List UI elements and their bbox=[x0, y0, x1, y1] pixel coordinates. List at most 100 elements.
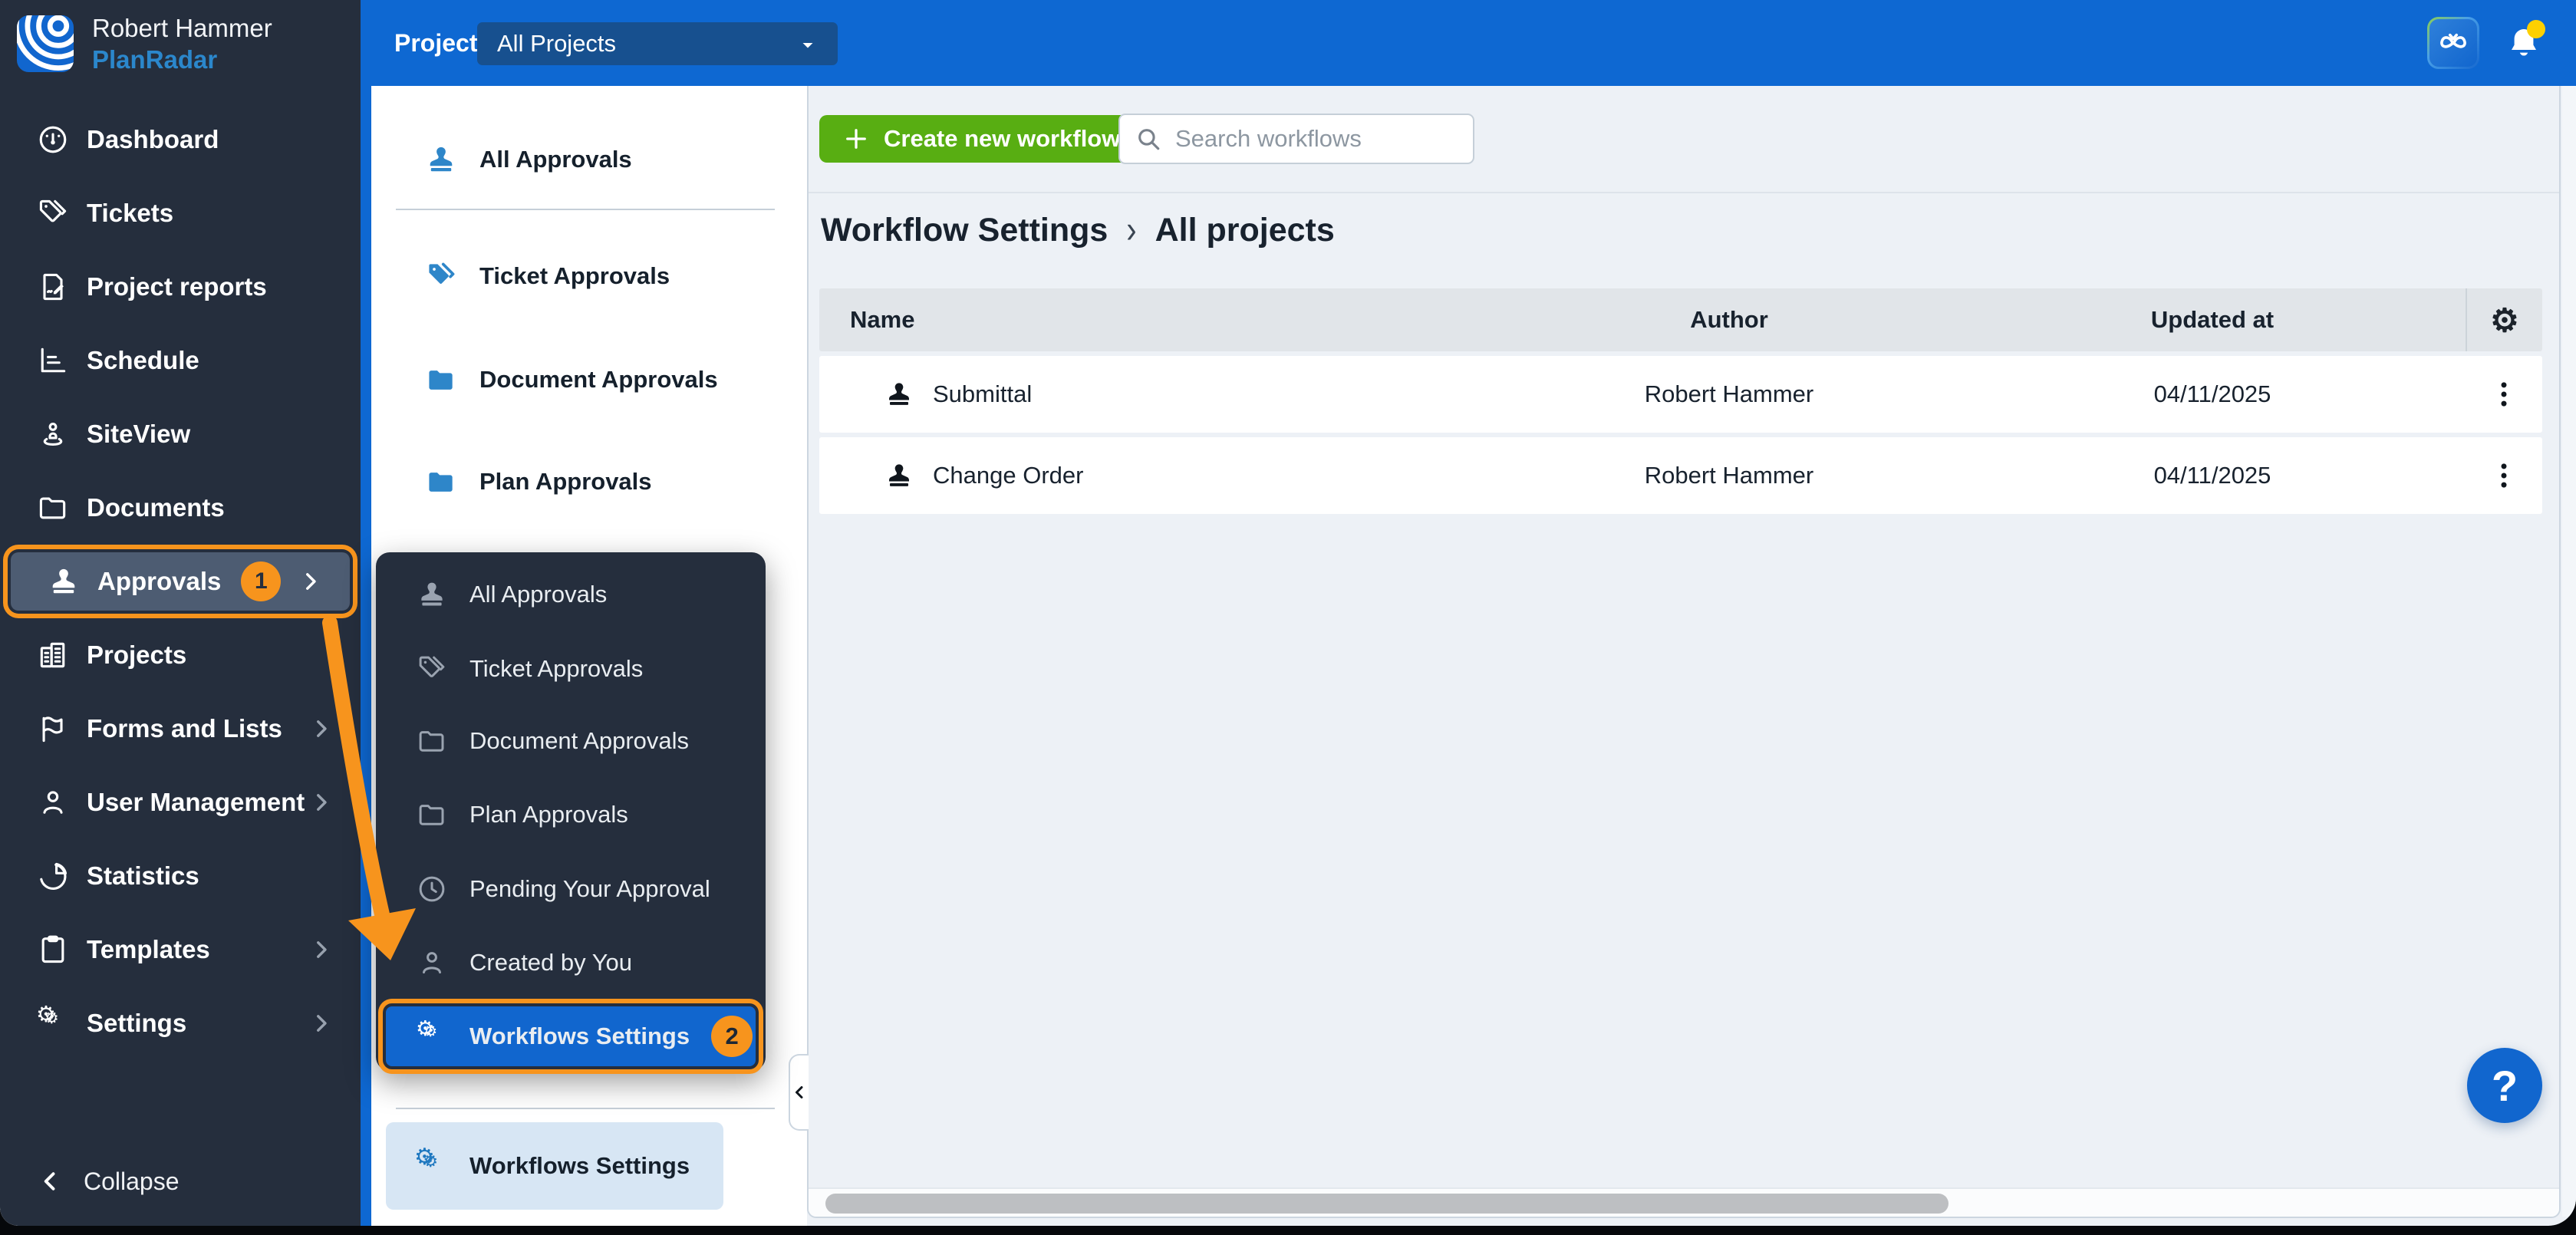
annotation-step-badge: 1 bbox=[241, 562, 281, 601]
flyout-item-all-approvals[interactable]: All Approvals bbox=[376, 564, 766, 625]
sidebar-item-projects[interactable]: Projects bbox=[0, 618, 361, 692]
search-input[interactable] bbox=[1174, 124, 1458, 153]
project-selector[interactable]: All Projects bbox=[477, 22, 838, 65]
sidebar-item-tickets[interactable]: Tickets bbox=[0, 176, 361, 250]
column-header-updated: Updated at bbox=[1959, 306, 2466, 334]
sidebar-item-statistics[interactable]: Statistics bbox=[0, 839, 361, 913]
sidebar-accent-strip bbox=[361, 0, 371, 1226]
siteview-icon bbox=[36, 417, 70, 451]
chevron-right-icon bbox=[308, 789, 334, 815]
flyout-item-ticket-approvals[interactable]: Ticket Approvals bbox=[376, 638, 766, 700]
sidebar-item-label: Templates bbox=[87, 935, 210, 964]
sidebar-item-documents[interactable]: Documents bbox=[0, 471, 361, 545]
flyout-item-created-by-you[interactable]: Created by You bbox=[376, 932, 766, 993]
sidebar-item-schedule[interactable]: Schedule bbox=[0, 324, 361, 397]
search-icon bbox=[1135, 126, 1161, 152]
chevron-right-icon bbox=[308, 716, 334, 742]
folder-icon bbox=[36, 491, 70, 525]
sidebar-item-forms-and-lists[interactable]: Forms and Lists bbox=[0, 692, 361, 766]
gears-icon: ⚙⚙ bbox=[416, 1020, 448, 1052]
flyout-item-document-approvals[interactable]: Document Approvals bbox=[376, 710, 766, 772]
sidebar-item-label: Forms and Lists bbox=[87, 714, 282, 743]
annotation-step-badge: 2 bbox=[711, 1016, 753, 1057]
table-row[interactable]: SubmittalRobert Hammer04/11/2025 bbox=[819, 356, 2542, 433]
panel-divider bbox=[396, 209, 775, 210]
gauge-icon bbox=[36, 123, 70, 156]
horizontal-scrollbar bbox=[809, 1187, 2559, 1217]
panel-item-plan-approvals[interactable]: Plan Approvals bbox=[371, 451, 807, 512]
flyout-item-label: Workflows Settings bbox=[469, 1023, 690, 1050]
sidebar-item-settings[interactable]: ⚙⚙Settings bbox=[0, 986, 361, 1060]
planradar-connect-icon bbox=[2429, 19, 2477, 67]
stamp-icon bbox=[47, 565, 81, 598]
stamp-icon bbox=[424, 143, 458, 176]
flyout-item-plan-approvals[interactable]: Plan Approvals bbox=[376, 784, 766, 845]
user-box[interactable]: Robert Hammer PlanRadar bbox=[17, 12, 272, 76]
author-cell: Robert Hammer bbox=[1499, 380, 1959, 408]
sidebar-item-label: Dashboard bbox=[87, 125, 219, 154]
screen: Project All Projects bbox=[0, 0, 2576, 1235]
column-header-name: Name bbox=[819, 306, 1499, 334]
building-icon bbox=[36, 638, 70, 672]
stamp-icon bbox=[416, 578, 448, 611]
notification-dot bbox=[2527, 20, 2545, 38]
brand-name: PlanRadar bbox=[92, 44, 272, 75]
help-button[interactable]: ? bbox=[2467, 1048, 2542, 1123]
flyout-item-workflows-settings[interactable]: ⚙⚙ Workflows Settings 2 bbox=[386, 1006, 756, 1066]
breadcrumb-section[interactable]: Workflow Settings bbox=[821, 212, 1108, 249]
sidebar-item-label: Documents bbox=[87, 493, 225, 522]
sidebar-item-label: Projects bbox=[87, 641, 186, 670]
panel-item-label: Document Approvals bbox=[479, 366, 718, 394]
sidebar-item-siteview[interactable]: SiteView bbox=[0, 397, 361, 471]
table-settings-gear-icon[interactable]: ⚙ bbox=[2466, 288, 2542, 351]
panel-collapse-handle[interactable] bbox=[789, 1054, 809, 1131]
workflow-name: Change Order bbox=[933, 462, 1083, 489]
folder-fill-icon bbox=[424, 465, 458, 499]
horizontal-scrollbar-thumb[interactable] bbox=[825, 1194, 1948, 1214]
table-row[interactable]: Change Order Robert Hammer04/11/2025 bbox=[819, 437, 2542, 514]
sidebar-item-templates[interactable]: Templates bbox=[0, 913, 361, 986]
notifications-bell-icon[interactable] bbox=[2505, 25, 2542, 61]
table-header: Name Author Updated at ⚙ bbox=[819, 288, 2542, 351]
user-name: Robert Hammer bbox=[92, 12, 272, 44]
panel-item-document-approvals[interactable]: Document Approvals bbox=[371, 349, 807, 410]
flag-icon bbox=[36, 712, 70, 746]
main-sidebar: Robert Hammer PlanRadar Dashboard Tickets… bbox=[0, 0, 361, 1226]
tag-fill-icon bbox=[424, 259, 458, 293]
flyout-item-label: All Approvals bbox=[469, 581, 607, 608]
kebab-menu-icon[interactable] bbox=[2487, 459, 2521, 492]
sidebar-item-label: Settings bbox=[87, 1009, 186, 1038]
plus-icon bbox=[842, 125, 870, 153]
folder-icon bbox=[416, 725, 448, 757]
sidebar-item-user-management[interactable]: User Management bbox=[0, 766, 361, 839]
stamp-icon bbox=[884, 460, 914, 491]
sidebar-item-dashboard[interactable]: Dashboard bbox=[0, 103, 361, 176]
chevron-right-icon bbox=[308, 1010, 334, 1036]
kebab-menu-icon[interactable] bbox=[2487, 377, 2521, 411]
sidebar-item-approvals[interactable]: Approvals 1 bbox=[11, 552, 350, 611]
panel-item-all-approvals[interactable]: All Approvals bbox=[371, 129, 807, 190]
sidebar-item-label: Schedule bbox=[87, 346, 199, 375]
panel-item-ticket-approvals[interactable]: Ticket Approvals bbox=[371, 245, 807, 307]
flyout-item-pending-your-approval[interactable]: Pending Your Approval bbox=[376, 858, 766, 920]
updated-cell: 04/11/2025 bbox=[1959, 462, 2466, 489]
sidebar-item-label: Tickets bbox=[87, 199, 173, 228]
sidebar-item-label: Approvals bbox=[97, 567, 221, 596]
name-cell: Submittal bbox=[819, 379, 1499, 410]
flyout-item-label: Created by You bbox=[469, 949, 632, 976]
chevron-left-icon bbox=[36, 1167, 64, 1195]
panel-item-workflows-settings-selected[interactable]: ⚙⚙ Workflows Settings bbox=[386, 1122, 723, 1210]
search-box bbox=[1118, 114, 1474, 164]
chevron-right-icon bbox=[308, 937, 334, 963]
main-content: Create new workflow Workflow Settings › … bbox=[807, 86, 2561, 1218]
pie-icon bbox=[36, 859, 70, 893]
sidebar-collapse-button[interactable]: Collapse bbox=[0, 1154, 361, 1209]
create-workflow-button[interactable]: Create new workflow bbox=[819, 115, 1143, 163]
app-switcher-button[interactable] bbox=[2427, 17, 2479, 69]
stamp-icon bbox=[884, 379, 914, 410]
breadcrumb-separator-icon: › bbox=[1126, 209, 1136, 252]
updated-cell: 04/11/2025 bbox=[1959, 380, 2466, 408]
author-cell: Robert Hammer bbox=[1499, 462, 1959, 489]
user-icon bbox=[416, 947, 448, 979]
sidebar-item-project-reports[interactable]: Project reports bbox=[0, 250, 361, 324]
